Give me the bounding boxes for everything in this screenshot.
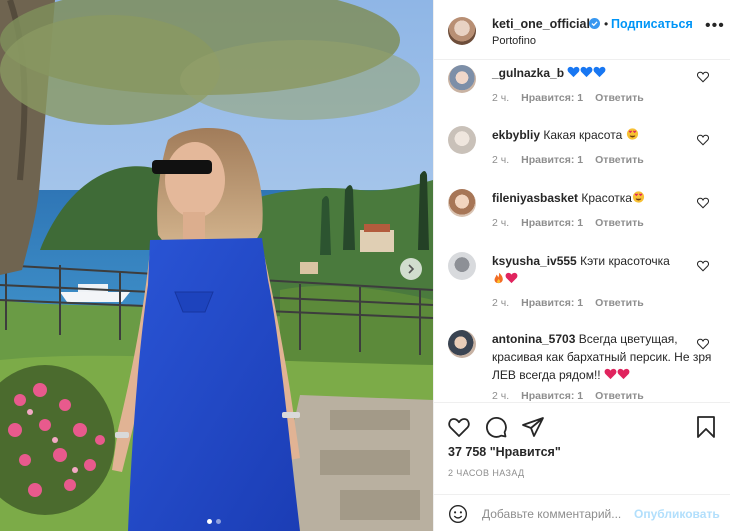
red-heart-icon — [505, 272, 518, 284]
red-heart-icon — [617, 368, 630, 380]
comment-username[interactable]: fileniyasbasket — [492, 191, 578, 205]
blue-heart-icon — [567, 66, 580, 78]
post-header: keti_one_official • Подписаться Portofin… — [434, 0, 730, 60]
post-time[interactable]: 2 ЧАСОВ НАЗАД — [448, 468, 525, 478]
comment-username[interactable]: ekbybliy — [492, 128, 540, 142]
comment-likes[interactable]: Нравится: 1 — [521, 217, 583, 229]
likes-count[interactable]: 37 758 "Нравится" — [448, 445, 561, 459]
comment-time[interactable]: 2 ч. — [492, 154, 509, 166]
comment-reply-button[interactable]: Ответить — [595, 92, 644, 104]
comment-meta: 2 ч. Нравится: 1 Ответить — [492, 154, 644, 166]
comment-likes[interactable]: Нравится: 1 — [521, 297, 583, 309]
comment-like-heart-icon[interactable] — [697, 71, 709, 83]
comment-likes[interactable]: Нравится: 1 — [521, 390, 583, 402]
carousel-dot — [216, 519, 221, 524]
author-username[interactable]: keti_one_official — [492, 17, 590, 31]
heart-eyes-emoji-icon — [626, 128, 638, 140]
comment-time[interactable]: 2 ч. — [492, 390, 509, 402]
comment-text: fileniyasbasket Красотка — [492, 189, 692, 207]
carousel-next-button[interactable] — [400, 258, 422, 280]
comment-like-heart-icon[interactable] — [697, 260, 709, 272]
comment-username[interactable]: ksyusha_iv555 — [492, 254, 577, 268]
post-side-panel: keti_one_official • Подписаться Portofin… — [433, 0, 730, 531]
comment-reply-button[interactable]: Ответить — [595, 390, 644, 402]
comment-reply-button[interactable]: Ответить — [595, 297, 644, 309]
comment-avatar[interactable] — [448, 126, 476, 154]
post-location[interactable]: Portofino — [492, 35, 536, 47]
header-separator: • — [604, 17, 609, 31]
comment-meta: 2 ч. Нравится: 1 Ответить — [492, 297, 644, 309]
carousel-indicator — [207, 519, 221, 524]
comment-text: _gulnazka_b — [492, 64, 692, 82]
blue-heart-icon — [593, 66, 606, 78]
comment-avatar[interactable] — [448, 65, 476, 93]
comment-body: Красотка — [581, 191, 632, 205]
likes-number: 37 758 — [448, 445, 487, 459]
comment-meta: 2 ч. Нравится: 1 Ответить — [492, 92, 644, 104]
chevron-right-icon — [408, 264, 415, 274]
comment-time[interactable]: 2 ч. — [492, 217, 509, 229]
more-options-icon[interactable]: ••• — [705, 18, 725, 34]
comment-like-heart-icon[interactable] — [697, 134, 709, 146]
share-direct-icon[interactable] — [521, 415, 545, 439]
comment-body: Какая красота — [543, 128, 623, 142]
comment-reply-button[interactable]: Ответить — [595, 217, 644, 229]
comment-meta: 2 ч. Нравится: 1 Ответить — [492, 390, 644, 402]
comment-username[interactable]: _gulnazka_b — [492, 66, 564, 80]
comment-bubble-icon[interactable] — [484, 415, 508, 439]
like-heart-icon[interactable] — [447, 415, 471, 439]
emoji-smiley-icon[interactable] — [448, 504, 468, 524]
comment-time[interactable]: 2 ч. — [492, 297, 509, 309]
post-actions: 37 758 "Нравится" 2 ЧАСОВ НАЗАД — [434, 402, 730, 494]
photo-scene — [0, 0, 433, 531]
likes-suffix: "Нравится" — [489, 445, 561, 459]
comment-avatar[interactable] — [448, 252, 476, 280]
add-comment-bar: Опубликовать — [434, 494, 730, 531]
instagram-post: keti_one_official • Подписаться Portofin… — [0, 0, 730, 531]
fire-emoji-icon — [494, 272, 503, 284]
comment-like-heart-icon[interactable] — [697, 197, 709, 209]
publish-button[interactable]: Опубликовать — [634, 507, 720, 521]
post-photo[interactable] — [0, 0, 433, 531]
verified-badge-icon — [589, 18, 600, 29]
author-avatar[interactable] — [448, 17, 476, 45]
comment-text: ksyusha_iv555 Кэти красоточка — [492, 252, 692, 288]
blue-heart-icon — [580, 66, 593, 78]
comment-text: ekbybliy Какая красота — [492, 126, 692, 144]
comment-input[interactable] — [482, 504, 632, 524]
comment-text: antonina_5703 Всегда цветущая, красивая … — [492, 330, 717, 384]
red-heart-icon — [604, 368, 617, 380]
comment-avatar[interactable] — [448, 189, 476, 217]
carousel-dot-active — [207, 519, 212, 524]
comment-username[interactable]: antonina_5703 — [492, 332, 575, 346]
comment-time[interactable]: 2 ч. — [492, 92, 509, 104]
comment-body: Кэти красоточка — [580, 254, 670, 268]
save-bookmark-icon[interactable] — [694, 415, 718, 439]
comment-likes[interactable]: Нравится: 1 — [521, 154, 583, 166]
comment-like-heart-icon[interactable] — [697, 338, 709, 350]
comment-avatar[interactable] — [448, 330, 476, 358]
comments-list[interactable]: _gulnazka_b 2 ч. Нравится: 1 Ответить ek… — [434, 61, 730, 402]
heart-eyes-emoji-icon — [632, 191, 645, 203]
comment-reply-button[interactable]: Ответить — [595, 154, 644, 166]
comment-likes[interactable]: Нравится: 1 — [521, 92, 583, 104]
comment-meta: 2 ч. Нравится: 1 Ответить — [492, 217, 644, 229]
follow-button[interactable]: Подписаться — [611, 17, 693, 31]
